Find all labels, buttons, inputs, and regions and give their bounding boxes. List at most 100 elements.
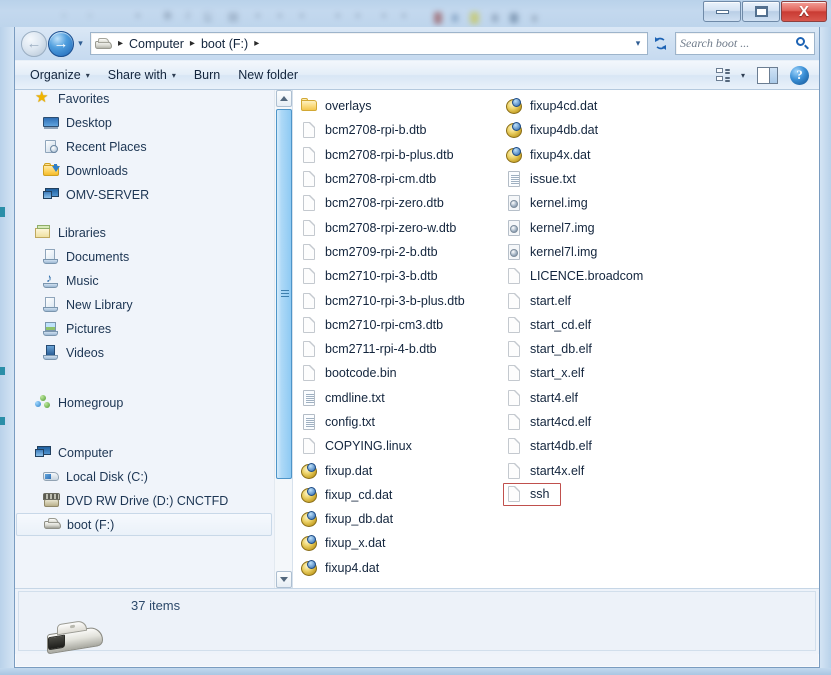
chevron-down-icon[interactable]: ▾ [631,38,645,49]
file-item-fixup-x-dat[interactable]: fixup_x.dat [301,531,506,555]
file-list-pane[interactable]: overlays bcm2708-rpi-b.dtb bcm2708-rpi-b… [293,90,819,588]
scroll-down-button[interactable] [276,571,292,588]
file-item-bcm2708-rpi-b[interactable]: bcm2708-rpi-b.dtb [301,118,506,142]
breadcrumb-bar[interactable]: ▸ Computer ▸ boot (F:) ▸ ▾ [90,32,648,55]
blank-file-icon [301,170,318,188]
file-item-overlays[interactable]: overlays [301,94,506,118]
nav-header-libraries[interactable]: Libraries [15,221,274,245]
file-item-bcm2711-rpi-4-b[interactable]: bcm2711-rpi-4-b.dtb [301,337,506,361]
libraries-icon [35,225,52,241]
nav-item-documents[interactable]: Documents [15,245,274,269]
file-item-bcm2710-rpi-3-b-plus[interactable]: bcm2710-rpi-3-b-plus.dtb [301,288,506,312]
explorer-body: ★ Favorites Desktop Recent Places Downlo… [15,90,819,588]
nav-item-videos[interactable]: Videos [15,341,274,365]
nav-header-computer[interactable]: Computer [15,441,274,465]
nav-item-boot-f[interactable]: boot (F:) [16,513,272,536]
help-button[interactable]: ? [786,64,813,87]
address-bar: ← → ▾ ▸ Computer ▸ boot (F:) ▸ ▾ [15,27,819,60]
forward-button[interactable]: → [48,31,74,57]
minimize-button[interactable] [703,1,741,22]
dat-file-icon [301,559,318,577]
img-file-icon [506,219,523,237]
scroll-up-button[interactable] [276,90,292,107]
maximize-button[interactable] [742,1,780,22]
blank-file-icon [301,292,318,310]
file-item-kernel-img[interactable]: kernel.img [506,191,706,215]
file-item-copying-linux[interactable]: COPYING.linux [301,434,506,458]
file-item-start-x-elf[interactable]: start_x.elf [506,361,706,385]
back-button[interactable]: ← [21,31,47,57]
file-name: bcm2709-rpi-2-b.dtb [325,245,438,259]
nav-item-new-library-label: New Library [66,298,133,312]
file-item-config-txt[interactable]: config.txt [301,410,506,434]
star-icon: ★ [35,91,52,107]
blank-file-icon [301,121,318,139]
change-view-button[interactable]: ▾ [712,65,749,86]
file-item-start4cd-elf[interactable]: start4cd.elf [506,410,706,434]
nav-item-recent-places[interactable]: Recent Places [15,135,274,159]
file-item-start4-elf[interactable]: start4.elf [506,386,706,410]
file-item-start-elf[interactable]: start.elf [506,288,706,312]
toolbar-organize-button[interactable]: Organize ▾ [21,64,99,86]
breadcrumb-item-boot[interactable]: boot (F:) [197,36,252,52]
navigation-scrollbar[interactable] [274,90,292,588]
history-dropdown-button[interactable]: ▾ [74,38,87,49]
file-item-bcm2710-rpi-cm3[interactable]: bcm2710-rpi-cm3.dtb [301,313,506,337]
nav-item-local-disk-c-label: Local Disk (C:) [66,470,148,484]
file-item-cmdline-txt[interactable]: cmdline.txt [301,386,506,410]
nav-item-desktop[interactable]: Desktop [15,111,274,135]
file-item-fixup4cd-dat[interactable]: fixup4cd.dat [506,94,706,118]
file-item-bootcode-bin[interactable]: bootcode.bin [301,361,506,385]
file-item-issue-txt[interactable]: issue.txt [506,167,706,191]
nav-item-downloads[interactable]: Downloads [15,159,274,183]
file-item-licence-broadcom[interactable]: LICENCE.broadcom [506,264,706,288]
nav-item-dvd-rw-drive-d[interactable]: DVD RW Drive (D:) CNCTFD [15,489,274,513]
file-item-kernel7l-img[interactable]: kernel7l.img [506,240,706,264]
nav-item-omv-server[interactable]: OMV-SERVER [15,183,274,207]
blank-file-icon [506,389,523,407]
nav-header-homegroup[interactable]: Homegroup [15,391,274,415]
file-item-start4db-elf[interactable]: start4db.elf [506,434,706,458]
nav-item-local-disk-c[interactable]: Local Disk (C:) [15,465,274,489]
breadcrumb-item-computer[interactable]: Computer [125,36,188,52]
file-item-kernel7-img[interactable]: kernel7.img [506,215,706,239]
nav-item-boot-f-label: boot (F:) [67,518,114,532]
file-name: bcm2708-rpi-zero-w.dtb [325,221,456,235]
scrollbar-thumb[interactable] [276,109,292,479]
file-item-bcm2708-rpi-cm[interactable]: bcm2708-rpi-cm.dtb [301,167,506,191]
file-item-fixup4-dat[interactable]: fixup4.dat [301,556,506,580]
toolbar-share-with-button[interactable]: Share with ▾ [99,64,185,86]
close-button[interactable]: X [781,1,827,22]
file-item-bcm2709-rpi-2-b[interactable]: bcm2709-rpi-2-b.dtb [301,240,506,264]
file-item-start4x-elf[interactable]: start4x.elf [506,458,706,482]
nav-item-pictures[interactable]: Pictures [15,317,274,341]
toolbar-burn-button[interactable]: Burn [185,64,229,86]
nav-header-favorites[interactable]: ★ Favorites [15,90,274,111]
window-controls[interactable]: X [702,1,827,25]
file-item-fixup4x-dat[interactable]: fixup4x.dat [506,143,706,167]
edge-marker [0,367,5,375]
file-item-bcm2708-rpi-zero-w[interactable]: bcm2708-rpi-zero-w.dtb [301,215,506,239]
nav-item-new-library[interactable]: New Library [15,293,274,317]
file-item-fixup-cd-dat[interactable]: fixup_cd.dat [301,483,506,507]
search-input[interactable]: Search boot ... [675,32,815,55]
breadcrumb-separator: ▸ [252,38,261,49]
file-item-bcm2708-rpi-b-plus[interactable]: bcm2708-rpi-b-plus.dtb [301,143,506,167]
file-name: fixup_x.dat [325,536,385,550]
preview-pane-button[interactable] [749,65,786,86]
file-item-fixup-db-dat[interactable]: fixup_db.dat [301,507,506,531]
toolbar-new-folder-button[interactable]: New folder [229,64,307,86]
nav-item-music[interactable]: ♪ Music [15,269,274,293]
file-item-start-cd-elf[interactable]: start_cd.elf [506,313,706,337]
file-item-ssh[interactable]: ssh [503,483,561,506]
file-item-start-db-elf[interactable]: start_db.elf [506,337,706,361]
status-bar-inner: 37 items [18,591,816,651]
breadcrumb-separator: ▸ [116,38,125,49]
window-bottom-edge [0,668,831,675]
file-item-fixup-dat[interactable]: fixup.dat [301,458,506,482]
refresh-button[interactable] [649,32,671,55]
file-item-bcm2708-rpi-zero[interactable]: bcm2708-rpi-zero.dtb [301,191,506,215]
blank-file-icon [506,413,523,431]
file-item-bcm2710-rpi-3-b[interactable]: bcm2710-rpi-3-b.dtb [301,264,506,288]
file-item-fixup4db-dat[interactable]: fixup4db.dat [506,118,706,142]
